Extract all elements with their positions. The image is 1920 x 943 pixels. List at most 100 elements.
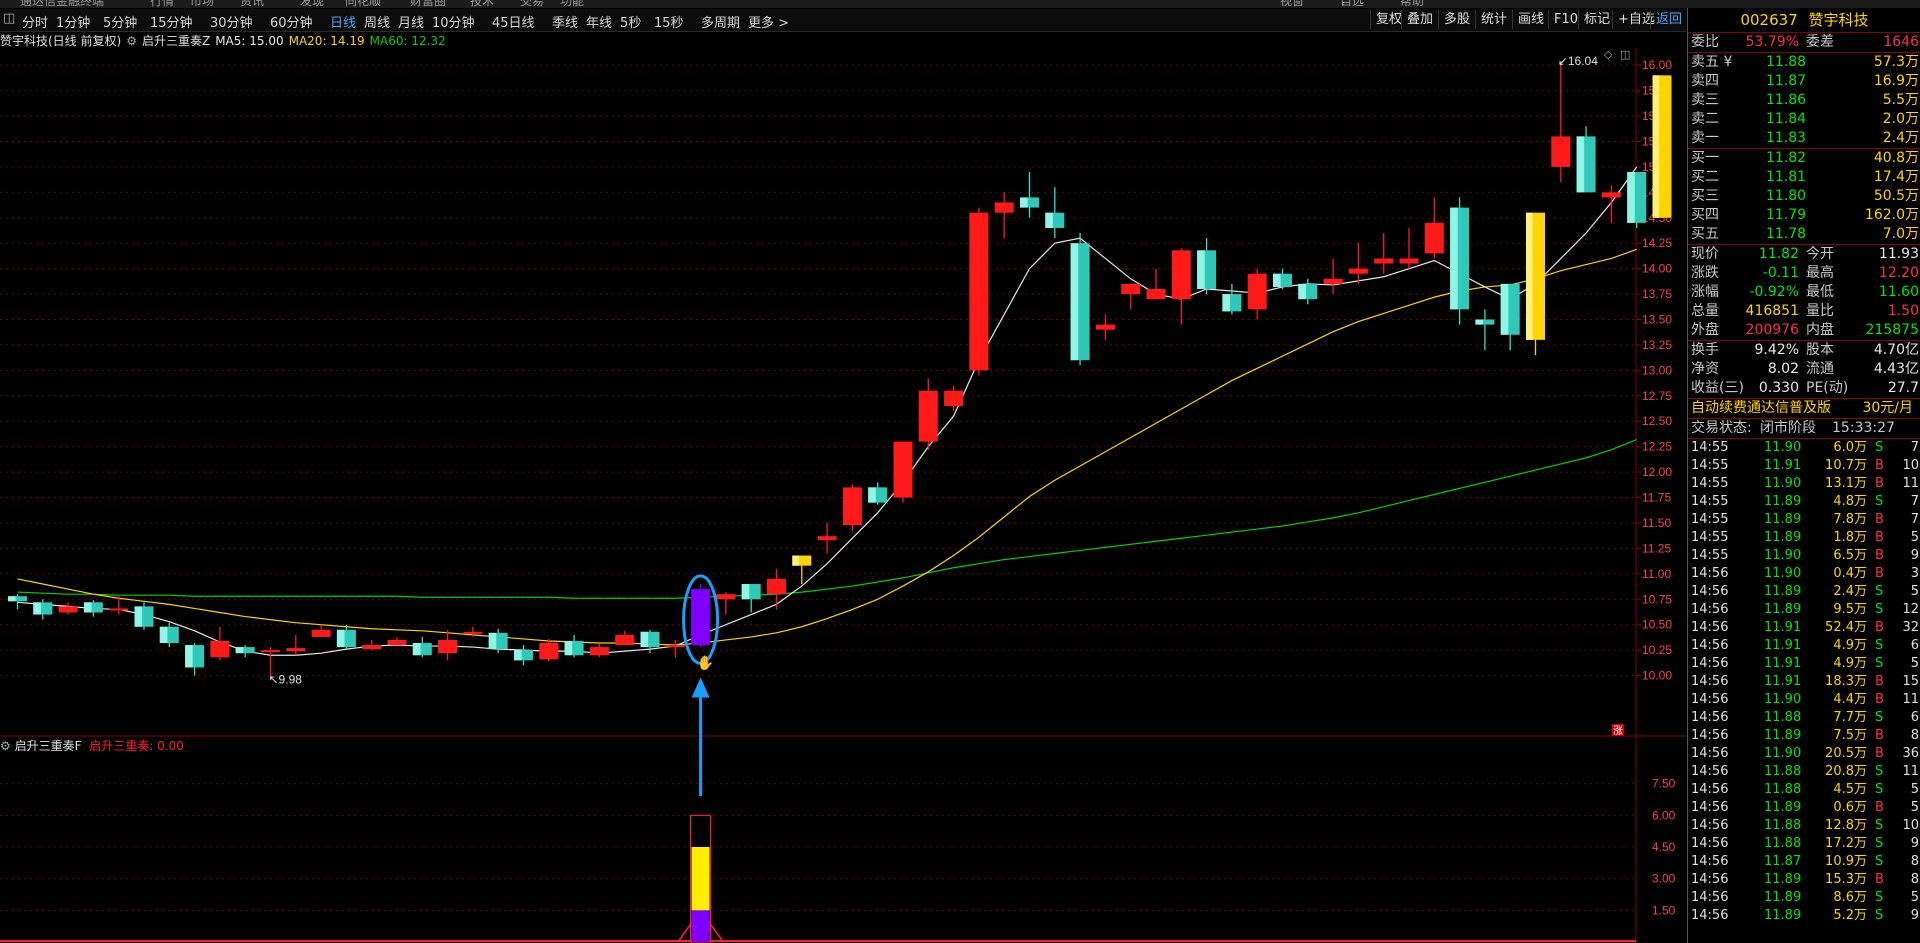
promo-text[interactable]: 自动续费通达信普及版 [1691,399,1831,418]
buy-order-row[interactable]: 买四 11.79 162.0万 [1688,206,1920,225]
sell-order-row[interactable]: 卖一 11.83 2.4万 [1688,129,1920,148]
candle[interactable] [58,602,78,615]
candle[interactable] [1627,171,1647,228]
toolbar-button[interactable]: 统计 [1475,10,1512,29]
tab-period[interactable]: 5分钟 [103,12,137,31]
candle[interactable] [1020,171,1039,218]
candle[interactable] [286,634,306,656]
candle[interactable] [1171,248,1191,325]
candle[interactable] [741,584,761,613]
candle[interactable] [842,484,862,532]
tick-row[interactable]: 14:55 11.89 1.8万 B 5 [1688,529,1920,547]
candle[interactable] [1652,75,1672,218]
toolbar-button[interactable]: 画线 [1512,10,1549,29]
candle[interactable] [185,643,205,676]
candle[interactable] [1121,283,1141,310]
candle[interactable] [311,624,331,637]
tab-period[interactable]: 45日线 [492,12,535,31]
candle[interactable] [1095,314,1115,340]
tick-row[interactable]: 14:56 11.91 4.9万 S 5 [1688,655,1920,673]
candle[interactable] [1273,268,1292,289]
candle[interactable] [1576,126,1596,193]
candle[interactable] [868,482,888,505]
top-menu-item[interactable]: 行情 [150,0,174,8]
candle[interactable] [944,385,964,412]
tab-period[interactable]: 日线 [330,12,356,31]
toolbar-button[interactable]: 多股 [1438,10,1475,29]
candle[interactable] [1146,268,1166,300]
buy-order-row[interactable]: 买五 11.78 7.0万 [1688,225,1920,244]
tick-row[interactable]: 14:56 11.88 20.8万 S 11 [1688,763,1920,781]
tick-row[interactable]: 14:56 11.88 4.5万 S 5 [1688,781,1920,799]
sell-order-row[interactable]: 卖五 ¥ 11.88 57.3万 [1688,53,1920,72]
candle[interactable] [1197,238,1217,295]
top-menu-item[interactable]: 通达信金融终端 [20,0,104,8]
top-menu-item[interactable]: 交易 [520,0,544,8]
candle[interactable] [336,624,356,651]
candle[interactable] [159,622,179,648]
candle[interactable] [1298,278,1318,305]
candle[interactable] [1070,233,1090,366]
tab-period[interactable]: 5秒 [620,12,641,31]
sell-order-row[interactable]: 卖二 11.84 2.0万 [1688,110,1920,129]
tick-row[interactable]: 14:56 11.91 18.3万 B 15 [1688,673,1920,691]
candle[interactable] [1374,233,1394,274]
tick-row[interactable]: 14:56 11.89 2.4万 S 5 [1688,583,1920,601]
top-menu-item[interactable]: 市场 [190,0,214,8]
toolbar-button[interactable]: 叠加 [1401,10,1438,29]
candle[interactable] [716,592,736,615]
candle[interactable] [1399,227,1419,269]
indicator-name[interactable]: 启升三重奏Z [142,34,210,48]
candle[interactable] [564,634,584,658]
candle[interactable] [514,645,533,666]
tab-period[interactable]: 周线 [364,12,390,31]
tick-row[interactable]: 14:55 11.91 10.7万 B 10 [1688,457,1920,475]
candle[interactable] [8,594,27,610]
candle[interactable] [1247,268,1267,320]
indicator-settings-icon[interactable]: ⚙ [126,34,137,48]
tick-row[interactable]: 14:56 11.90 20.5万 B 36 [1688,745,1920,763]
candle[interactable] [969,207,989,376]
top-menu-item[interactable]: 帮助 [1400,0,1424,8]
tick-row[interactable]: 14:56 11.89 5.2万 S 9 [1688,907,1920,925]
promo-price[interactable]: 30元/月 [1862,399,1913,418]
candle[interactable] [615,630,635,646]
top-menu-item[interactable]: 功能 [560,0,584,8]
candle[interactable] [1500,283,1520,351]
tick-row[interactable]: 14:56 11.88 12.8万 S 10 [1688,817,1920,835]
chart-option-icon[interactable]: ◇ [1604,48,1613,61]
candle[interactable] [817,522,837,554]
candle[interactable] [767,568,786,610]
candle[interactable] [1424,197,1444,259]
tick-row[interactable]: 14:56 11.88 7.7万 S 6 [1688,709,1920,727]
candle[interactable] [1475,309,1495,351]
tick-row[interactable]: 14:56 11.89 0.6万 B 5 [1688,799,1920,817]
tick-row[interactable]: 14:56 11.89 9.5万 S 12 [1688,601,1920,619]
candle[interactable] [1450,197,1470,325]
chart-window-icon[interactable]: ◫ [1620,48,1630,61]
top-menu-item[interactable]: 技术 [470,0,494,8]
toolbar-button[interactable]: 标记 [1578,10,1615,29]
tab-period[interactable]: 15分钟 [150,12,193,31]
buy-order-row[interactable]: 买二 11.81 17.4万 [1688,168,1920,187]
candle[interactable] [83,600,103,617]
sell-order-row[interactable]: 卖三 11.86 5.5万 [1688,91,1920,110]
tick-row[interactable]: 14:56 11.89 15.3万 B 8 [1688,871,1920,889]
tick-row[interactable]: 14:56 11.89 7.5万 B 8 [1688,727,1920,745]
tab-period[interactable]: 30分钟 [210,12,253,31]
tick-row[interactable]: 14:55 11.90 6.5万 B 9 [1688,547,1920,565]
tick-list[interactable]: 14:55 11.90 6.0万 S 7 14:55 11.91 10.7万 B 10 14:55 1… [1688,439,1920,925]
candle[interactable] [362,639,382,651]
candle[interactable] [1348,243,1368,284]
toolbar-button[interactable]: 返回 [1650,10,1687,29]
tick-row[interactable]: 14:56 11.87 10.9万 S 8 [1688,853,1920,871]
tab-period[interactable]: 分时 [22,12,48,31]
tab-period[interactable]: 1分钟 [56,12,90,31]
tab-period[interactable]: 多周期 [701,12,740,31]
candle[interactable] [589,644,609,658]
buy-order-row[interactable]: 买三 11.80 50.5万 [1688,187,1920,206]
sub-settings-icon[interactable]: ⚙ [0,739,11,753]
tab-period[interactable]: 60分钟 [270,12,313,31]
top-menu-item[interactable]: 自选 [1340,0,1364,8]
sell-order-row[interactable]: 卖四 11.87 16.9万 [1688,72,1920,91]
